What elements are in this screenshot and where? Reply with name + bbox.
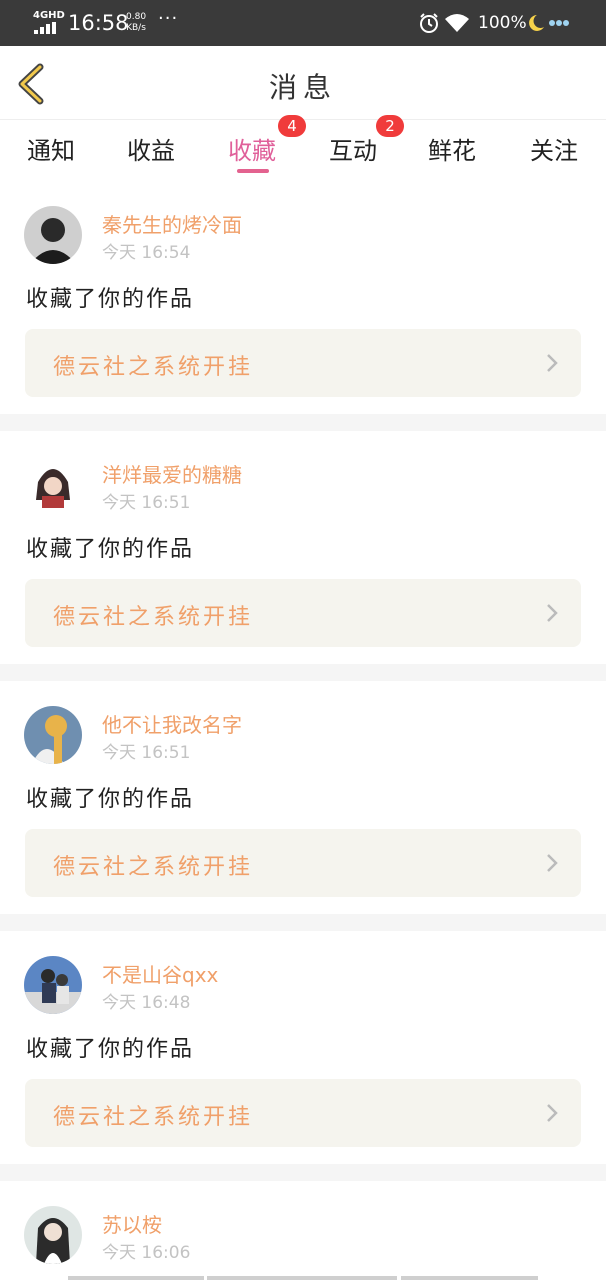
list-item: 洋烊最爱的糖糖 今天 16:51 收藏了你的作品 德云社之系统开挂 (0, 431, 606, 664)
chevron-right-icon (547, 1104, 558, 1122)
speed-unit: KB/s (126, 23, 146, 33)
work-title: 德云社之系统开挂 (53, 1105, 254, 1130)
divider (0, 1164, 606, 1181)
tab-notifications[interactable]: 通知 (27, 131, 75, 166)
page-title: 消息 (268, 71, 337, 104)
list-item: 不是山谷qxx 今天 16:48 收藏了你的作品 德云社之系统开挂 (0, 931, 606, 1164)
action-text: 收藏了你的作品 (26, 537, 195, 562)
work-link[interactable]: 德云社之系统开挂 (25, 1079, 581, 1147)
battery-level: 100% (478, 13, 527, 33)
user-name[interactable]: 秦先生的烤冷面 (102, 209, 242, 238)
avatar[interactable] (24, 1206, 82, 1264)
list-item: 苏以桉 今天 16:06 (0, 1181, 606, 1280)
work-title: 德云社之系统开挂 (53, 855, 254, 880)
app-header: 消息 (0, 46, 606, 120)
tab-following[interactable]: 关注 (530, 131, 578, 166)
chevron-right-icon (547, 604, 558, 622)
chevron-right-icon (547, 354, 558, 372)
avatar[interactable] (24, 956, 82, 1014)
user-name[interactable]: 不是山谷qxx (102, 959, 218, 988)
status-bar: 4GHD 16:58 0.80 KB/s ··· 100% (0, 0, 606, 46)
work-link[interactable]: 德云社之系统开挂 (25, 329, 581, 397)
user-name[interactable]: 苏以桉 (102, 1209, 162, 1238)
work-link[interactable]: 德云社之系统开挂 (25, 829, 581, 897)
timestamp: 今天 16:54 (102, 243, 191, 263)
tab-bar: 通知 收益 收藏 4 互动 2 鲜花 关注 (0, 115, 606, 181)
timestamp: 今天 16:48 (102, 993, 191, 1013)
tab-favorites-badge: 4 (278, 115, 306, 137)
message-list: 秦先生的烤冷面 今天 16:54 收藏了你的作品 德云社之系统开挂 洋烊最爱的糖… (0, 181, 606, 1280)
active-tab-indicator (237, 169, 269, 173)
wifi-icon (445, 14, 469, 32)
timestamp: 今天 16:06 (102, 1243, 191, 1263)
avatar[interactable] (24, 456, 82, 514)
more-notifications: ··· (158, 8, 179, 29)
tab-earnings[interactable]: 收益 (127, 131, 175, 166)
work-link[interactable]: 德云社之系统开挂 (25, 579, 581, 647)
work-title: 德云社之系统开挂 (53, 605, 254, 630)
tab-interactions-badge: 2 (376, 115, 404, 137)
avatar[interactable] (24, 206, 82, 264)
alarm-icon (420, 13, 438, 33)
divider (0, 664, 606, 681)
network-type: 4GHD (33, 10, 65, 21)
divider (0, 914, 606, 931)
tab-favorites[interactable]: 收藏 (228, 131, 276, 166)
user-name[interactable]: 洋烊最爱的糖糖 (102, 459, 242, 488)
user-name[interactable]: 他不让我改名字 (102, 709, 242, 738)
clock: 16:58 (68, 11, 129, 35)
divider (0, 414, 606, 431)
tab-interactions[interactable]: 互动 (329, 131, 377, 166)
avatar[interactable] (24, 706, 82, 764)
action-text: 收藏了你的作品 (26, 287, 195, 312)
timestamp: 今天 16:51 (102, 493, 191, 513)
action-text: 收藏了你的作品 (26, 1037, 195, 1062)
chevron-right-icon (547, 854, 558, 872)
tab-flowers[interactable]: 鲜花 (428, 131, 476, 166)
timestamp: 今天 16:51 (102, 743, 191, 763)
list-item: 他不让我改名字 今天 16:51 收藏了你的作品 德云社之系统开挂 (0, 681, 606, 914)
list-item: 秦先生的烤冷面 今天 16:54 收藏了你的作品 德云社之系统开挂 (0, 181, 606, 414)
bottom-indicator (0, 1276, 606, 1280)
speed-value: 0.80 (126, 12, 147, 22)
moon-icon (529, 15, 569, 31)
network-speed: 0.80 KB/s (126, 12, 146, 34)
signal-icon (34, 22, 58, 34)
action-text: 收藏了你的作品 (26, 787, 195, 812)
work-title: 德云社之系统开挂 (53, 355, 254, 380)
